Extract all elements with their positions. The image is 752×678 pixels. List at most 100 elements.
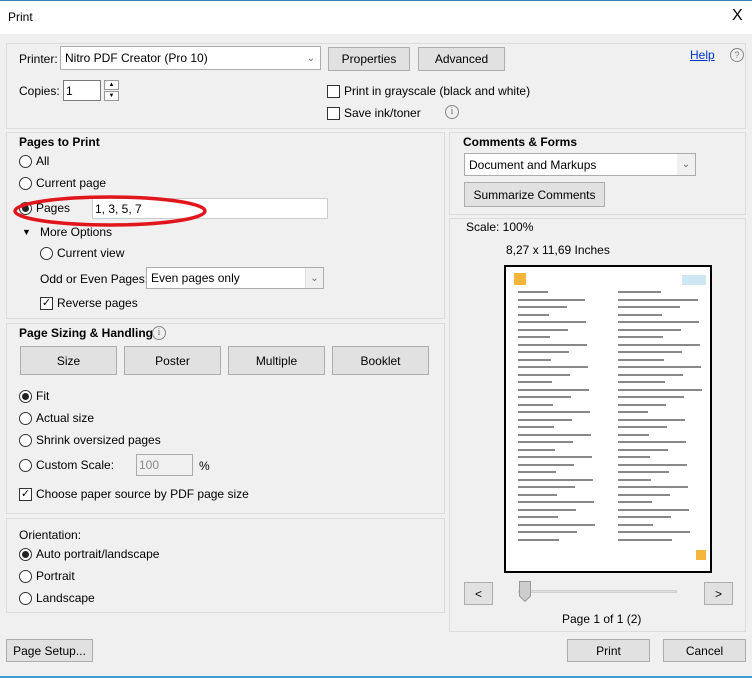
radio-landscape[interactable]: Landscape	[19, 590, 95, 606]
help-link[interactable]: Help	[690, 48, 715, 62]
percent-label: %	[199, 459, 210, 473]
radio-custom-scale[interactable]: Custom Scale:	[19, 457, 114, 473]
info-icon[interactable]: i	[152, 326, 166, 340]
spinner-up-icon[interactable]: ▲	[104, 80, 119, 90]
page-setup-button[interactable]: Page Setup...	[6, 639, 93, 662]
print-button[interactable]: Print	[567, 639, 650, 662]
preview-text-line	[618, 343, 700, 346]
preview-text-line	[518, 358, 551, 361]
paper-size-label: 8,27 x 11,69 Inches	[506, 243, 610, 257]
odd-even-select[interactable]: Even pages only ⌄	[146, 267, 324, 289]
preview-text-line	[618, 523, 653, 526]
title-bar: Print X	[0, 1, 752, 34]
preview-text-line	[618, 426, 667, 428]
radio-actual-size-button[interactable]	[19, 411, 32, 425]
odd-even-value: Even pages only	[151, 271, 240, 285]
preview-text-line	[618, 501, 652, 503]
radio-current-view[interactable]: Current view	[40, 245, 124, 261]
spinner-down-icon[interactable]: ▼	[104, 91, 119, 101]
chevron-down-icon: ⌄	[305, 268, 323, 288]
preview-text-line	[618, 388, 702, 391]
preview-text-line	[518, 396, 571, 398]
radio-shrink[interactable]: Shrink oversized pages	[19, 432, 161, 448]
radio-portrait-button[interactable]	[19, 569, 32, 583]
properties-button[interactable]: Properties	[328, 47, 410, 71]
preview-text-line	[518, 418, 572, 421]
radio-fit-label: Fit	[36, 389, 50, 403]
radio-all-button[interactable]	[19, 154, 32, 168]
radio-custom-scale-button[interactable]	[19, 458, 32, 472]
preview-text-line	[518, 441, 573, 443]
radio-all[interactable]: All	[19, 153, 49, 169]
preview-text-line	[518, 381, 552, 383]
help-icon[interactable]: ?	[730, 48, 744, 62]
preview-text-line	[618, 291, 661, 293]
page-logo	[514, 273, 526, 285]
chevron-down-icon: ⌄	[306, 52, 316, 64]
preview-text-line	[618, 313, 662, 316]
size-button[interactable]: Size	[20, 346, 117, 375]
radio-portrait[interactable]: Portrait	[19, 568, 75, 584]
save-ink-option[interactable]: Save ink/toner	[327, 105, 421, 121]
booklet-button[interactable]: Booklet	[332, 346, 429, 375]
page-indicator: Page 1 of 1 (2)	[562, 612, 642, 626]
preview-text-line	[618, 486, 688, 488]
info-icon[interactable]: i	[445, 105, 459, 119]
comments-forms-title: Comments & Forms	[463, 135, 578, 149]
advanced-button[interactable]: Advanced	[418, 47, 505, 71]
page-header-tag	[682, 275, 706, 285]
more-options-label: More Options	[40, 225, 113, 239]
preview-text-line	[518, 351, 569, 353]
scale-label: Scale: 100%	[466, 220, 534, 234]
preview-text-line	[518, 463, 574, 466]
page-slider-track[interactable]	[518, 590, 677, 593]
preview-text-line	[518, 426, 554, 428]
poster-button[interactable]: Poster	[124, 346, 221, 375]
preview-text-line	[518, 486, 575, 488]
printer-select[interactable]: Nitro PDF Creator (Pro 10) ⌄	[60, 46, 321, 70]
reverse-pages-option[interactable]: ✓ Reverse pages	[40, 295, 138, 311]
more-options-toggle[interactable]: ▼ More Options	[22, 224, 112, 240]
summarize-comments-button[interactable]: Summarize Comments	[464, 182, 605, 207]
paper-source-option[interactable]: ✓ Choose paper source by PDF page size	[19, 486, 249, 502]
copies-spinner[interactable]: ▲ ▼	[104, 80, 119, 101]
page-slider-thumb[interactable]	[519, 581, 531, 602]
reverse-pages-checkbox[interactable]: ✓	[40, 296, 53, 310]
preview-text-line	[518, 516, 558, 518]
radio-current-page[interactable]: Current page	[19, 175, 106, 191]
preview-text-line	[618, 328, 681, 331]
preview-text-line	[618, 418, 685, 421]
radio-auto-button[interactable]	[19, 547, 32, 561]
grayscale-option[interactable]: Print in grayscale (black and white)	[327, 83, 530, 99]
multiple-button[interactable]: Multiple	[228, 346, 325, 375]
cancel-button[interactable]: Cancel	[663, 639, 746, 662]
close-icon[interactable]: X	[732, 7, 743, 25]
prev-page-button[interactable]: <	[464, 582, 493, 605]
save-ink-checkbox[interactable]	[327, 106, 340, 120]
preview-text-line	[518, 471, 556, 473]
grayscale-checkbox[interactable]	[327, 84, 340, 98]
radio-landscape-label: Landscape	[36, 591, 95, 605]
comments-select[interactable]: Document and Markups ⌄	[464, 153, 696, 176]
preview-text-line	[618, 321, 699, 323]
radio-landscape-button[interactable]	[19, 591, 32, 605]
custom-scale-input[interactable]	[136, 454, 193, 476]
preview-text-line	[618, 471, 669, 473]
preview-text-line	[518, 501, 594, 503]
chevron-down-icon: ⌄	[677, 154, 695, 175]
radio-actual-size[interactable]: Actual size	[19, 410, 94, 426]
copies-input[interactable]	[63, 80, 101, 101]
radio-fit[interactable]: Fit	[19, 388, 49, 404]
preview-text-line	[618, 538, 672, 541]
radio-fit-button[interactable]	[19, 389, 32, 403]
radio-auto-orientation[interactable]: Auto portrait/landscape	[19, 546, 159, 562]
paper-source-checkbox[interactable]: ✓	[19, 487, 32, 501]
preview-text-line	[518, 433, 591, 436]
radio-current-page-button[interactable]	[19, 176, 32, 190]
preview-text-line	[518, 321, 586, 323]
preview-text-line	[618, 298, 698, 301]
next-page-button[interactable]: >	[704, 582, 733, 605]
radio-custom-scale-label: Custom Scale:	[36, 458, 115, 472]
radio-shrink-button[interactable]	[19, 433, 32, 447]
radio-current-view-button[interactable]	[40, 246, 53, 260]
